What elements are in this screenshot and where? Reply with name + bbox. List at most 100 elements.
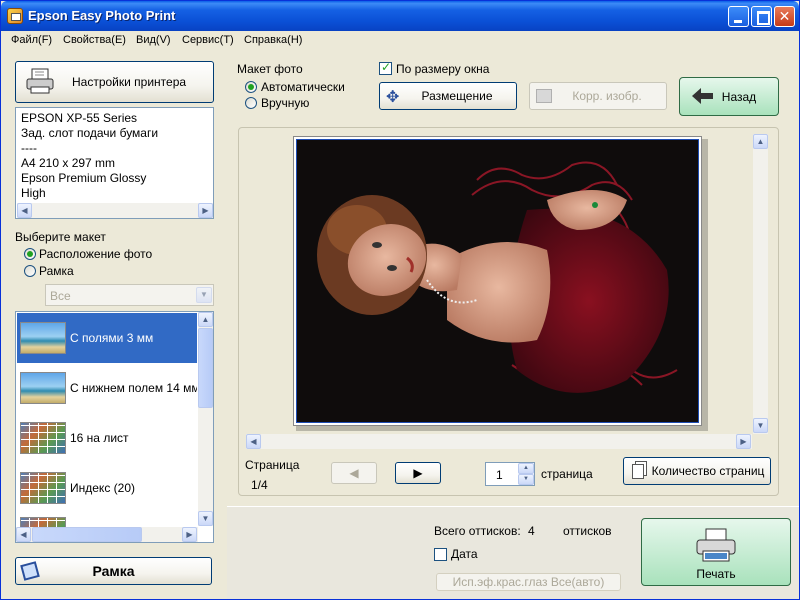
radio-manual[interactable] xyxy=(245,97,257,109)
scroll-left-icon[interactable]: ◀ xyxy=(17,203,32,218)
back-button-label: Назад xyxy=(721,89,757,104)
layout-item-label: 16 на лист xyxy=(70,431,129,445)
layout-item-label: Индекс (20) xyxy=(70,481,135,495)
menu-file[interactable]: Файл(F) xyxy=(11,34,52,46)
title-bar[interactable]: Epson Easy Photo Print ✕ xyxy=(1,1,799,31)
scroll-right-icon[interactable]: ▶ xyxy=(182,527,197,542)
close-button[interactable]: ✕ xyxy=(774,6,795,27)
printer-info-line: A4 210 x 297 mm xyxy=(21,156,116,170)
spin-down-icon[interactable]: ▼ xyxy=(518,474,534,485)
layout-thumbnail xyxy=(20,372,66,404)
next-page-button[interactable]: ▶ xyxy=(395,462,441,484)
date-label[interactable]: Дата xyxy=(451,547,478,561)
photo-preview[interactable] xyxy=(296,139,699,423)
layout-list-hscroll[interactable]: ◀ ▶ xyxy=(16,527,198,542)
prev-page-button[interactable]: ◀ xyxy=(331,462,377,484)
layout-item[interactable]: С полями 3 мм xyxy=(17,313,197,363)
total-prints-label: Всего оттисков: xyxy=(434,524,521,538)
layout-item[interactable]: 16 на лист xyxy=(17,413,197,463)
triangle-left-icon: ◀ xyxy=(349,466,359,480)
copies-value: 1 xyxy=(496,468,503,482)
scroll-down-icon[interactable]: ▼ xyxy=(753,418,768,433)
printer-info-line: High xyxy=(21,186,46,200)
layout-item[interactable] xyxy=(17,513,197,528)
layout-list: С полями 3 мм С нижнем полем 14 мм 16 на… xyxy=(15,311,214,543)
placement-button-label: Размещение xyxy=(421,89,493,103)
pages-icon xyxy=(632,464,644,479)
copies-spinner[interactable]: 1 ▲ ▼ xyxy=(485,462,535,486)
radio-frame-label[interactable]: Рамка xyxy=(39,264,74,278)
scroll-up-icon[interactable]: ▲ xyxy=(198,312,213,327)
date-checkbox[interactable] xyxy=(434,548,447,561)
layout-thumbnail xyxy=(20,422,66,454)
menu-bar: Файл(F) Свойства(E) Вид(V) Сервис(T) Спр… xyxy=(1,31,799,49)
arrow-left-icon xyxy=(692,88,714,104)
printer-info-line: ---- xyxy=(21,141,37,155)
image-edit-icon xyxy=(536,89,552,103)
chevron-down-icon[interactable]: ▼ xyxy=(196,287,212,303)
print-button[interactable]: Печать xyxy=(641,518,791,586)
placement-button[interactable]: ✥ Размещение xyxy=(379,82,517,110)
printer-info-line: EPSON XP-55 Series xyxy=(21,111,138,125)
page-indicator: 1/4 xyxy=(251,478,268,492)
preview-vscroll[interactable]: ▲ ▼ xyxy=(753,134,768,434)
menu-properties[interactable]: Свойства(E) xyxy=(63,34,126,46)
radio-frame[interactable] xyxy=(24,265,36,277)
correct-image-button[interactable]: Корр. изобр. xyxy=(529,82,667,110)
print-button-label: Печать xyxy=(696,567,736,581)
fit-window-checkbox[interactable] xyxy=(379,60,392,75)
layout-item[interactable]: С нижнем полем 14 мм xyxy=(17,363,197,413)
scroll-right-icon[interactable]: ▶ xyxy=(736,434,751,449)
minimize-button[interactable] xyxy=(728,6,749,27)
preview-hscroll[interactable]: ◀ ▶ xyxy=(246,434,752,449)
radio-auto-label[interactable]: Автоматически xyxy=(261,80,345,94)
copies-unit: страница xyxy=(541,467,593,481)
printer-info-box: EPSON XP-55 Series Зад. слот подачи бума… xyxy=(15,107,214,219)
printer-icon xyxy=(26,68,54,94)
layout-item[interactable]: Индекс (20) xyxy=(17,463,197,513)
scroll-left-icon[interactable]: ◀ xyxy=(246,434,261,449)
menu-view[interactable]: Вид(V) xyxy=(136,34,171,46)
menu-help[interactable]: Справка(H) xyxy=(244,34,302,46)
layout-filter-select[interactable]: Все ▼ xyxy=(45,284,214,306)
scroll-thumb[interactable] xyxy=(198,328,213,408)
fit-window-label[interactable]: По размеру окна xyxy=(396,62,489,76)
total-prints-count: 4 xyxy=(528,524,535,538)
radio-photo-layout-label[interactable]: Расположение фото xyxy=(39,247,152,261)
frame-button[interactable]: Рамка xyxy=(15,557,212,585)
page-label: Страница xyxy=(245,458,300,472)
app-window: Epson Easy Photo Print ✕ Файл(F) Свойств… xyxy=(0,0,800,600)
correct-image-label: Корр. изобр. xyxy=(572,89,642,103)
radio-manual-label[interactable]: Вручную xyxy=(261,96,309,110)
frame-button-label: Рамка xyxy=(92,563,135,579)
printer-icon xyxy=(696,528,736,562)
layout-filter-value: Все xyxy=(50,289,71,303)
printer-info-hscroll[interactable]: ◀ ▶ xyxy=(17,203,213,218)
move-arrows-icon: ✥ xyxy=(386,89,400,106)
page-count-button[interactable]: Количество страниц xyxy=(623,457,771,485)
scroll-right-icon[interactable]: ▶ xyxy=(198,203,213,218)
page-count-label: Количество страниц xyxy=(651,464,765,478)
frame-icon xyxy=(20,561,40,581)
layout-group-title: Выберите макет xyxy=(15,230,106,244)
maximize-button[interactable] xyxy=(751,6,772,27)
scroll-up-icon[interactable]: ▲ xyxy=(753,134,768,149)
printer-settings-button[interactable]: Настройки принтера xyxy=(15,61,214,103)
scroll-down-icon[interactable]: ▼ xyxy=(198,511,213,526)
layout-list-vscroll[interactable]: ▲ ▼ xyxy=(198,312,213,526)
scroll-left-icon[interactable]: ◀ xyxy=(16,527,31,542)
scroll-thumb[interactable] xyxy=(32,527,142,542)
spin-up-icon[interactable]: ▲ xyxy=(518,463,534,474)
app-icon xyxy=(7,8,23,24)
menu-tools[interactable]: Сервис(T) xyxy=(182,34,234,46)
photo-layout-title: Макет фото xyxy=(237,62,303,76)
red-eye-button[interactable]: Исп.эф.крас.глаз Все(авто) xyxy=(436,573,621,591)
back-button[interactable]: Назад xyxy=(679,77,779,116)
printer-info-line: Зад. слот подачи бумаги xyxy=(21,126,159,140)
radio-auto[interactable] xyxy=(245,81,257,93)
triangle-right-icon: ▶ xyxy=(413,466,423,480)
radio-photo-layout[interactable] xyxy=(24,248,36,260)
total-prints-unit: оттисков xyxy=(563,524,612,538)
window-title: Epson Easy Photo Print xyxy=(28,8,176,23)
layout-item-label: С нижнем полем 14 мм xyxy=(70,381,197,395)
